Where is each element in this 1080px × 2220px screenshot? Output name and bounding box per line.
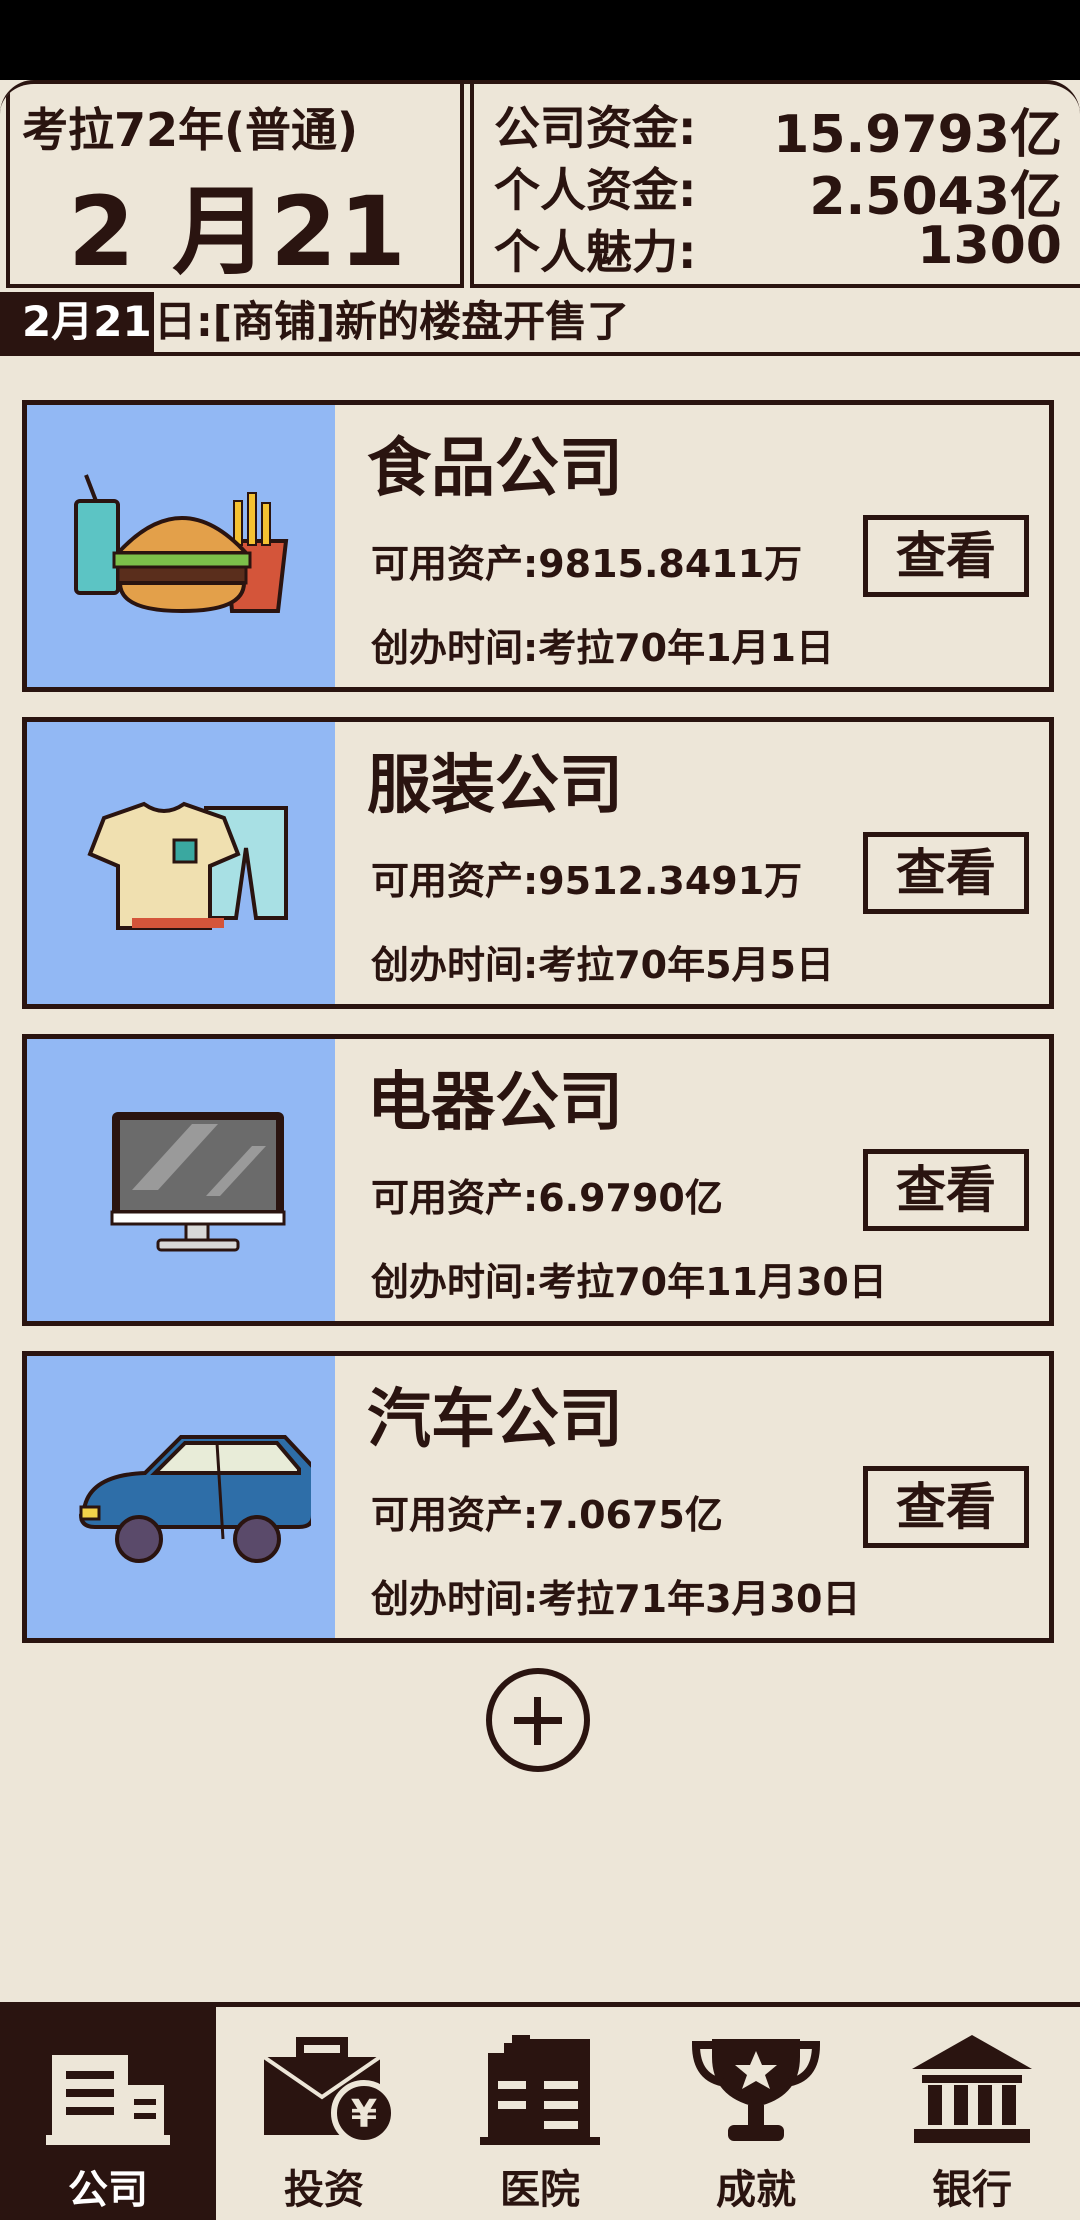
company-assets: 可用资产:7.0675亿	[371, 1493, 723, 1537]
charisma-row: 个人魅力: 1300	[494, 216, 1062, 279]
company-assets: 可用资产:9815.8411万	[371, 542, 803, 586]
charisma-label: 个人魅力:	[494, 225, 697, 279]
company-card-electronics[interactable]: 电器公司 可用资产:6.9790亿 创办时间:考拉70年11月30日 查看	[22, 1034, 1054, 1326]
company-name: 食品公司	[367, 432, 623, 506]
office-building-icon	[46, 2055, 170, 2145]
nav-achievements[interactable]: 成就	[648, 2007, 864, 2220]
ticker-date-badge: 2月21	[0, 292, 154, 352]
car-icon	[27, 1356, 335, 1638]
clothing-icon	[27, 722, 335, 1004]
company-founded: 创办时间:考拉70年1月1日	[371, 626, 834, 670]
date-panel: 考拉72年(普通) 2 月21 日	[6, 84, 464, 288]
ticker-message: 日:[商铺]新的楼盘开售了	[154, 297, 630, 346]
bottom-nav: 公司 ¥ 投资 医院 成就 银行	[0, 2002, 1080, 2220]
personal-funds-label: 个人资金:	[494, 163, 697, 217]
company-funds-row: 公司资金: 15.9793亿	[494, 92, 1062, 165]
company-founded: 创办时间:考拉70年11月30日	[371, 1260, 887, 1304]
funds-panel: 公司资金: 15.9793亿 个人资金: 2.5043亿 个人魅力: 1300	[470, 84, 1080, 288]
nav-label: 成就	[716, 2167, 796, 2213]
charisma-value: 1300	[917, 216, 1062, 276]
add-company-button[interactable]	[486, 1668, 590, 1772]
view-button[interactable]: 查看	[863, 832, 1029, 914]
company-founded: 创办时间:考拉71年3月30日	[371, 1577, 861, 1621]
hospital-icon	[480, 2035, 600, 2145]
nav-hospital[interactable]: 医院	[432, 2007, 648, 2220]
view-button[interactable]: 查看	[863, 515, 1029, 597]
svg-text:¥: ¥	[351, 2092, 377, 2136]
company-name: 服装公司	[367, 749, 623, 823]
personal-funds-row: 个人资金: 2.5043亿	[494, 154, 1062, 227]
company-assets: 可用资产:9512.3491万	[371, 859, 803, 903]
view-button[interactable]: 查看	[863, 1149, 1029, 1231]
nav-label: 银行	[932, 2167, 1012, 2213]
bank-icon	[912, 2035, 1032, 2143]
header-panel: 考拉72年(普通) 2 月21 日 公司资金: 15.9793亿 个人资金: 2…	[0, 80, 1080, 288]
nav-invest[interactable]: ¥ 投资	[216, 2007, 432, 2220]
trophy-icon	[692, 2039, 820, 2141]
company-funds-label: 公司资金:	[494, 101, 697, 155]
company-card-car[interactable]: 汽车公司 可用资产:7.0675亿 创办时间:考拉71年3月30日 查看	[22, 1351, 1054, 1643]
nav-company[interactable]: 公司	[0, 2007, 216, 2220]
company-name: 汽车公司	[367, 1383, 623, 1457]
nav-bank[interactable]: 银行	[864, 2007, 1080, 2220]
news-ticker: 2月21 日:[商铺]新的楼盘开售了	[0, 292, 1080, 356]
era-label: 考拉72年(普通)	[22, 103, 359, 157]
nav-label: 公司	[68, 2167, 148, 2213]
company-card-clothing[interactable]: 服装公司 可用资产:9512.3491万 创办时间:考拉70年5月5日 查看	[22, 717, 1054, 1009]
briefcase-yen-icon: ¥	[262, 2037, 396, 2145]
view-button[interactable]: 查看	[863, 1466, 1029, 1548]
status-bar	[0, 0, 1080, 80]
computer-icon	[27, 1039, 335, 1321]
company-assets: 可用资产:6.9790亿	[371, 1176, 723, 1220]
nav-label: 医院	[500, 2167, 580, 2213]
company-founded: 创办时间:考拉70年5月5日	[371, 943, 834, 987]
food-icon	[27, 405, 335, 687]
current-date: 2 月21 日	[68, 176, 408, 288]
nav-label: 投资	[284, 2167, 364, 2213]
company-name: 电器公司	[367, 1066, 623, 1140]
company-card-food[interactable]: 食品公司 可用资产:9815.8411万 创办时间:考拉70年1月1日 查看	[22, 400, 1054, 692]
